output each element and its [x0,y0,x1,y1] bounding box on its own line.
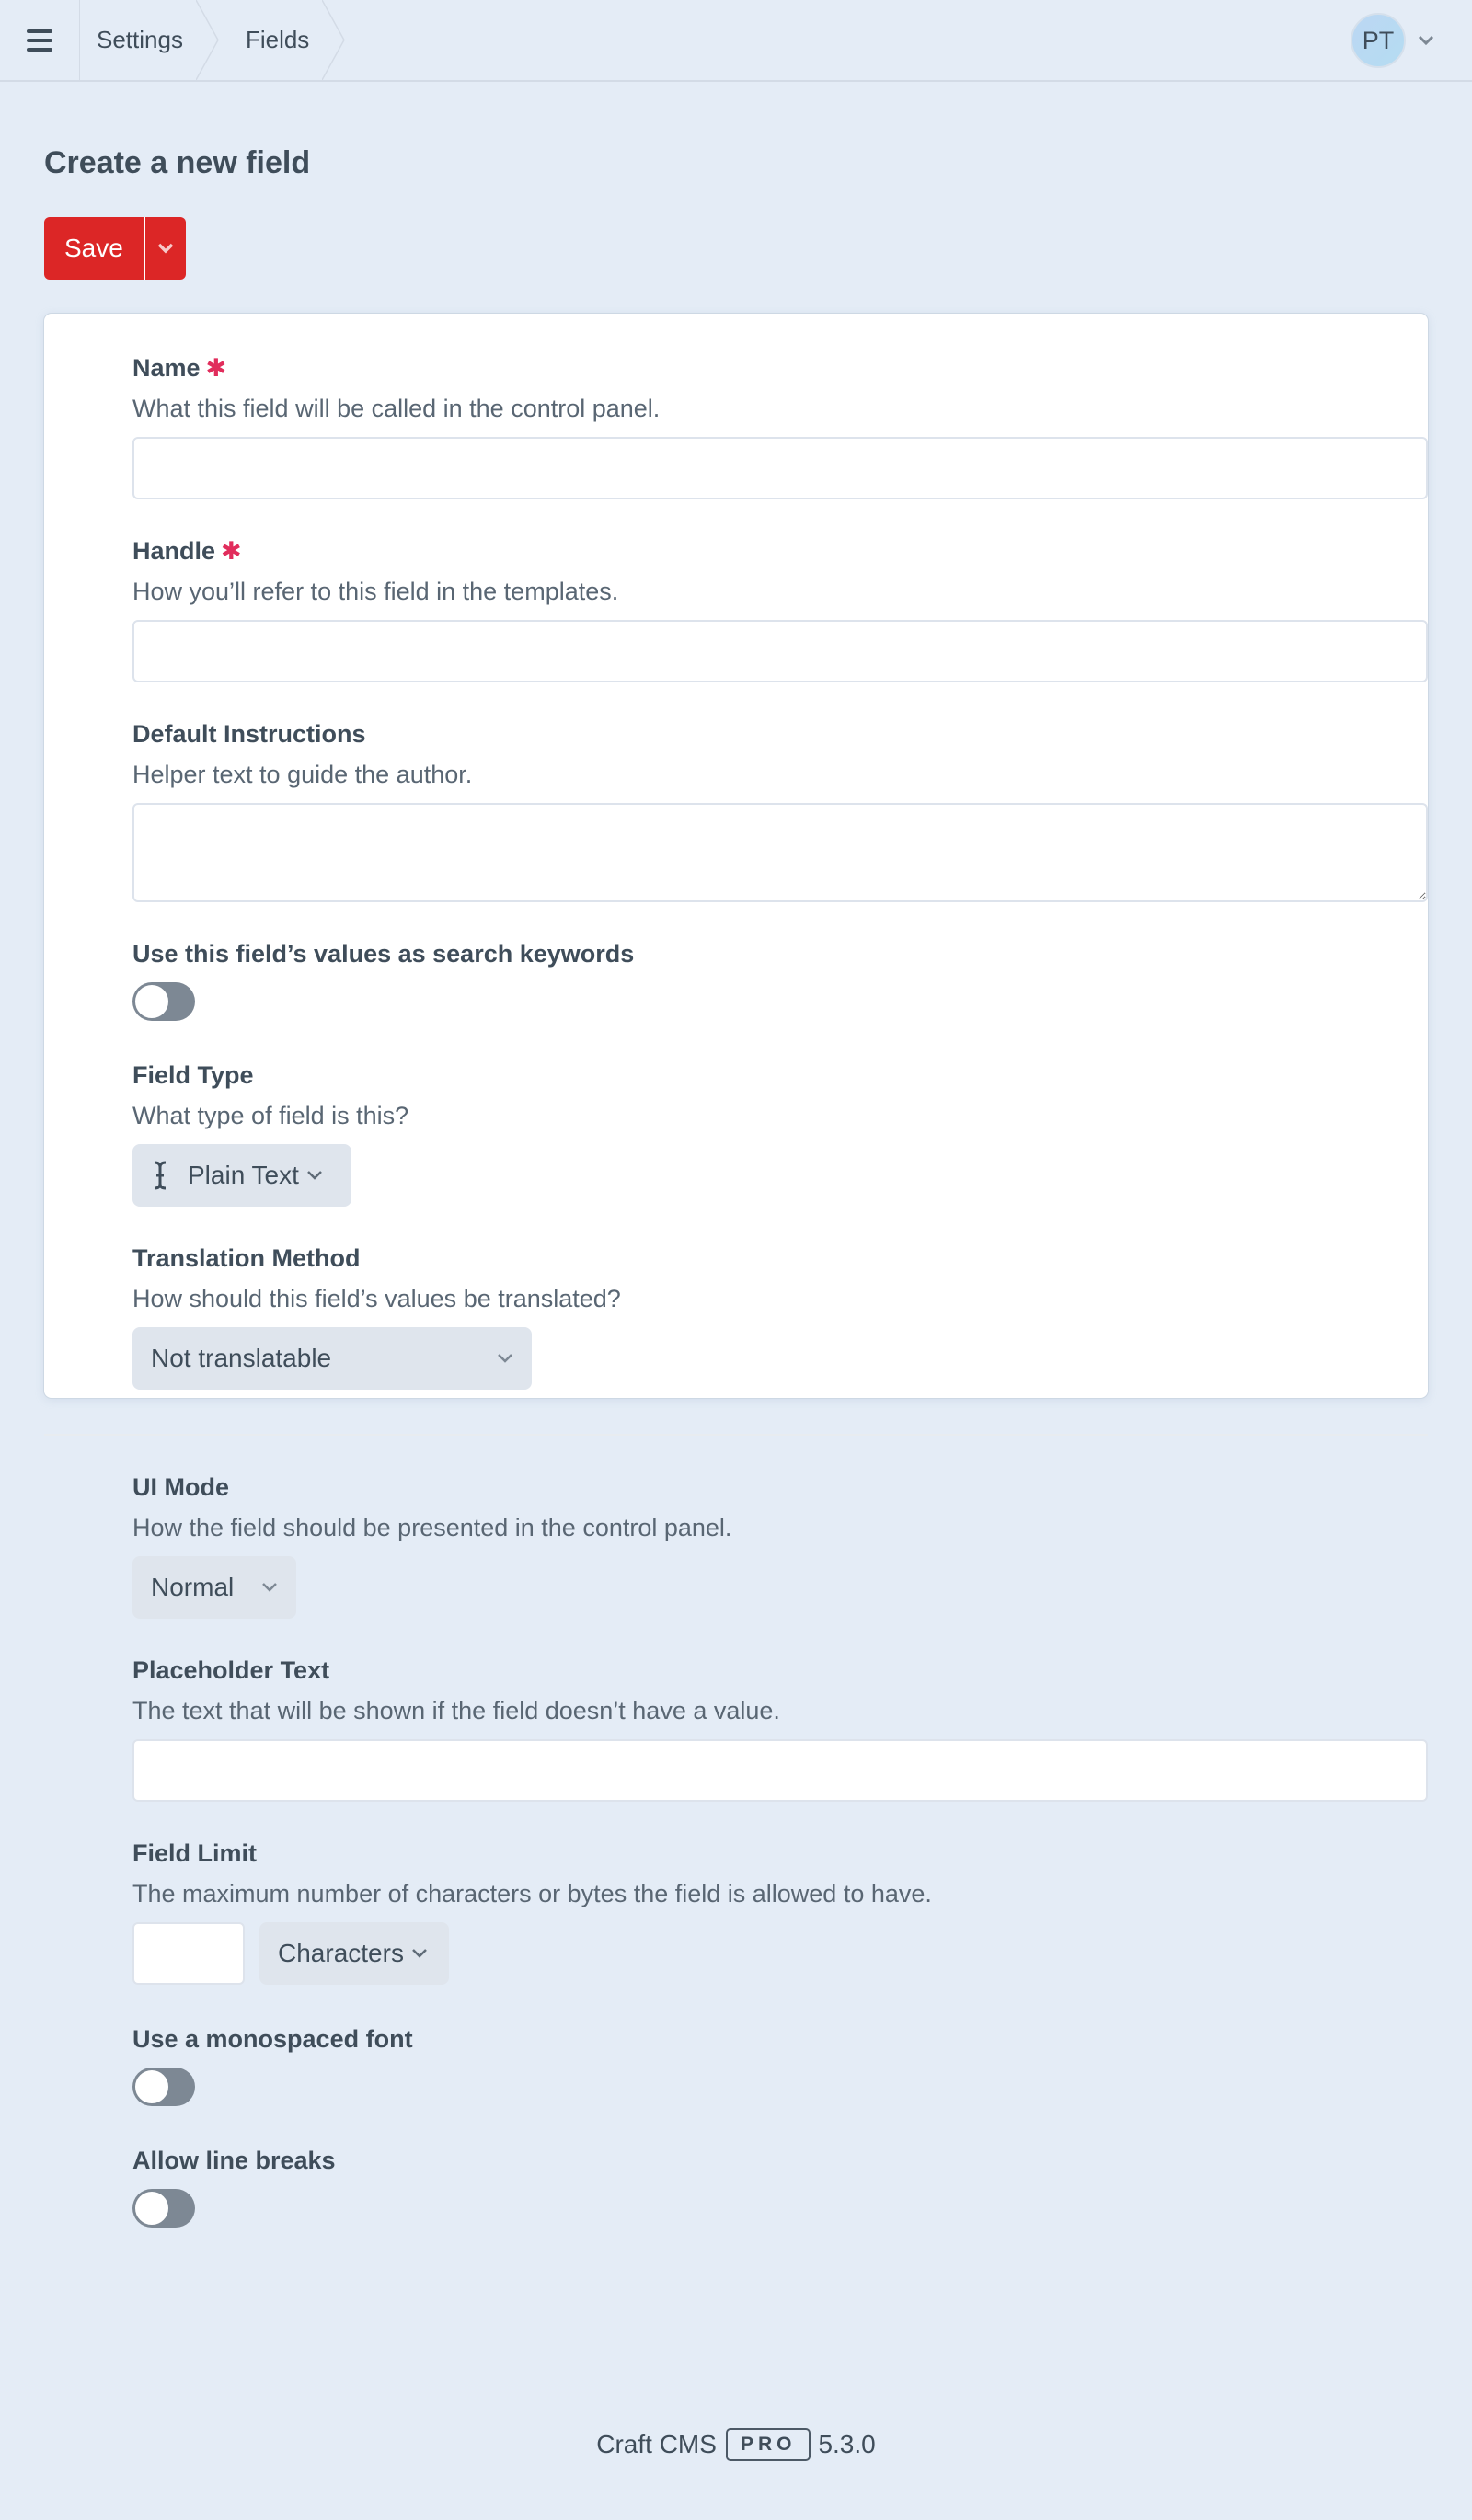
breadcrumb-label: Settings [97,26,183,53]
search-keywords-label: Use this field’s values as search keywor… [132,940,635,968]
field-limit-label: Field Limit [132,1839,257,1867]
avatar-initials: PT [1362,26,1395,54]
toggle-knob [133,2068,170,2105]
name-field: Name ✱ What this field will be called in … [132,352,1428,499]
ui-mode-select[interactable]: Normal [132,1556,296,1619]
text-cursor-icon [154,1161,167,1190]
toggle-knob [133,2190,170,2227]
breadcrumb-separator-icon [322,0,346,80]
default-instructions-field: Default Instructions Helper text to guid… [132,718,1428,902]
toggle-knob [133,983,170,1020]
user-menu-button[interactable]: PT [1351,13,1435,68]
translation-method-value: Not translatable [151,1344,332,1372]
ui-mode-field: UI Mode How the field should be presente… [132,1472,731,1619]
field-type-select[interactable]: Plain Text [132,1144,351,1207]
name-instructions: What this field will be called in the co… [132,395,661,422]
line-breaks-field: Allow line breaks [132,2145,336,2228]
required-icon: ✱ [205,354,227,382]
field-type-field: Field Type What type of field is this? P… [132,1060,408,1207]
footer: Craft CMS PRO 5.3.0 [0,2428,1472,2461]
field-type-label: Field Type [132,1061,254,1089]
monospaced-toggle[interactable] [132,2068,195,2106]
handle-instructions: How you’ll refer to this field in the te… [132,578,619,605]
handle-input[interactable] [132,620,1428,682]
breadcrumb-settings[interactable]: Settings [80,0,219,80]
chevron-down-icon [262,1583,277,1592]
breadcrumb: Settings Fields [80,0,346,80]
nav-menu-button[interactable] [0,0,80,80]
product-name: Craft CMS [596,2430,717,2458]
name-label: Name ✱ [132,354,227,382]
avatar: PT [1351,13,1406,68]
field-limit-unit-select[interactable]: Characters [259,1922,449,1985]
chevron-down-icon [498,1354,512,1363]
edition-badge: PRO [725,2428,811,2461]
placeholder-text-input[interactable] [132,1739,1428,1802]
top-bar: Settings Fields PT [0,0,1472,82]
translation-method-field: Translation Method How should this field… [132,1243,621,1390]
line-breaks-toggle[interactable] [132,2189,195,2228]
search-keywords-toggle[interactable] [132,982,195,1021]
handle-label: Handle ✱ [132,537,242,565]
field-limit-unit-value: Characters [278,1939,404,1967]
placeholder-text-label: Placeholder Text [132,1656,330,1684]
field-type-value: Plain Text [188,1161,299,1189]
monospaced-label: Use a monospaced font [132,2025,413,2053]
placeholder-text-field: Placeholder Text The text that will be s… [132,1655,1428,1802]
translation-method-select[interactable]: Not translatable [132,1327,532,1390]
chevron-down-icon [307,1171,322,1180]
translation-method-label: Translation Method [132,1244,361,1272]
section-divider [44,1434,1428,1436]
monospaced-field: Use a monospaced font [132,2023,413,2106]
ui-mode-value: Normal [151,1573,235,1601]
field-limit-instructions: The maximum number of characters or byte… [132,1880,932,1907]
ui-mode-instructions: How the field should be presented in the… [132,1514,732,1541]
handle-field: Handle ✱ How you’ll refer to this field i… [132,535,1428,682]
field-settings-card: Name ✱ What this field will be called in … [44,314,1428,2228]
save-options-button[interactable] [143,217,186,280]
default-instructions-help: Helper text to guide the author. [132,761,473,788]
line-breaks-label: Allow line breaks [132,2147,336,2174]
breadcrumb-fields[interactable]: Fields [214,0,346,80]
save-button-group: Save [44,217,186,280]
default-instructions-label: Default Instructions [132,720,366,748]
placeholder-text-instructions: The text that will be shown if the field… [132,1697,780,1724]
version: 5.3.0 [818,2430,876,2458]
chevron-down-icon [1418,35,1434,46]
translation-method-instructions: How should this field’s values be transl… [132,1285,621,1312]
breadcrumb-label: Fields [245,26,310,53]
chevron-down-icon [157,243,174,254]
save-button[interactable]: Save [44,217,144,280]
field-limit-controls: Characters [132,1909,932,1985]
search-keywords-field: Use this field’s values as search keywor… [132,938,634,1021]
hamburger-icon [27,29,52,52]
default-instructions-textarea[interactable] [132,803,1428,902]
field-type-instructions: What type of field is this? [132,1102,409,1129]
field-limit-input[interactable] [132,1922,245,1985]
required-icon: ✱ [221,537,242,565]
name-input[interactable] [132,437,1428,499]
page-title: Create a new field [44,145,311,180]
ui-mode-label: UI Mode [132,1473,229,1501]
chevron-down-icon [412,1949,427,1958]
field-limit-field: Field Limit The maximum number of charac… [132,1838,932,1985]
